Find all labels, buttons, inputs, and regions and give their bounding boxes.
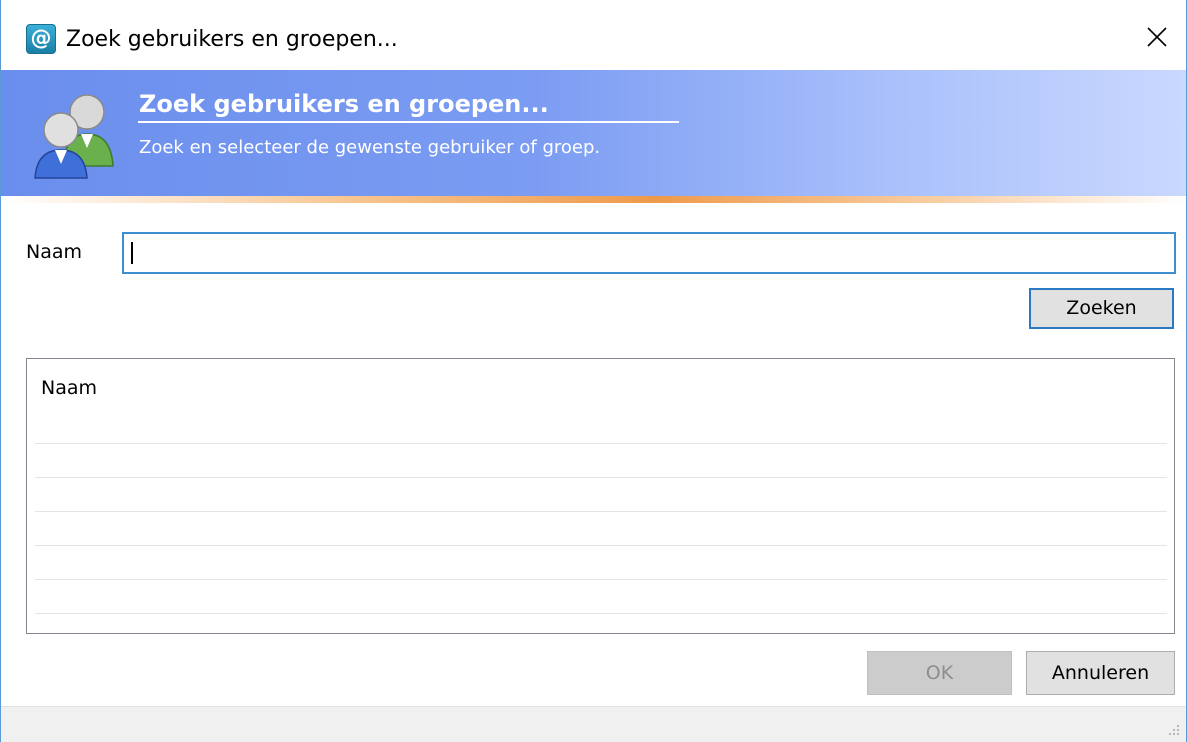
list-row-divider: [35, 511, 1167, 512]
banner-subtitle: Zoek en selecteer de gewenste gebruiker …: [139, 137, 601, 158]
at-sign-icon: @: [26, 24, 56, 54]
list-row-divider: [35, 579, 1167, 580]
header-banner: [1, 70, 1186, 196]
close-icon: [1147, 27, 1167, 47]
list-row-divider: [35, 545, 1167, 546]
status-bar: [1, 706, 1186, 742]
zoeken-button[interactable]: Zoeken: [1029, 288, 1174, 329]
results-list[interactable]: Naam: [26, 358, 1175, 634]
list-row-divider: [35, 443, 1167, 444]
app-icon-glyph: @: [30, 26, 52, 50]
naam-input[interactable]: [122, 232, 1176, 274]
text-caret: [131, 242, 133, 264]
resize-grip-icon[interactable]: [1166, 722, 1180, 736]
window-title: Zoek gebruikers en groepen...: [66, 27, 398, 52]
search-users-dialog: @ Zoek gebruikers en groepen... Zoek geb…: [0, 0, 1187, 742]
list-row-divider: [35, 477, 1167, 478]
close-button[interactable]: [1126, 14, 1186, 64]
banner-accent-line: [1, 196, 1186, 203]
ok-button[interactable]: OK: [867, 651, 1012, 695]
naam-label: Naam: [26, 241, 83, 263]
banner-title-underline: [138, 121, 679, 123]
list-row-divider: [35, 613, 1167, 614]
title-bar[interactable]: @ Zoek gebruikers en groepen...: [1, 0, 1186, 70]
users-icon: [34, 94, 114, 179]
banner-title: Zoek gebruikers en groepen...: [139, 90, 549, 118]
annuleren-button[interactable]: Annuleren: [1026, 651, 1175, 695]
column-header-naam[interactable]: Naam: [41, 377, 97, 399]
